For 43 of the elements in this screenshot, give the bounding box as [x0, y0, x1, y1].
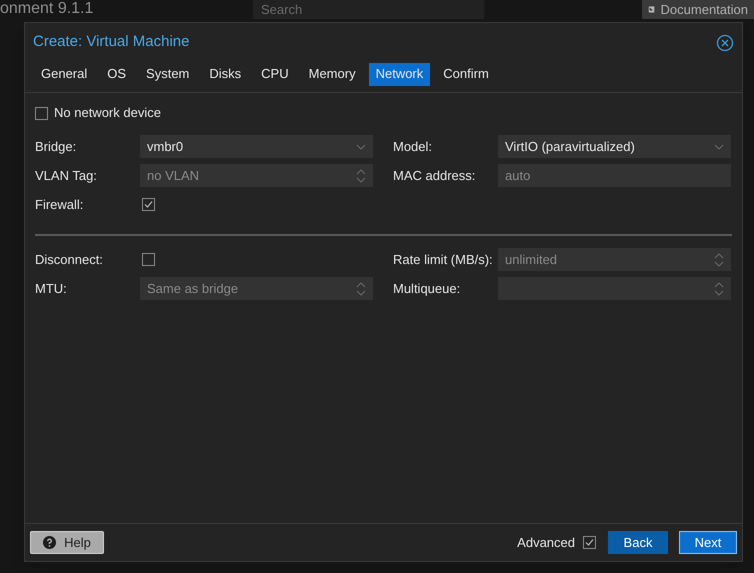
checkbox-label: No network device — [54, 104, 161, 122]
spinner-arrows-icon — [714, 252, 724, 266]
tab[interactable]: CPU — [254, 62, 296, 86]
tab[interactable]: Confirm — [436, 62, 496, 86]
field-label: Model: — [393, 138, 434, 156]
tab[interactable]: Network — [368, 62, 430, 86]
tab[interactable]: System — [139, 62, 196, 86]
checkbox[interactable] — [583, 536, 596, 549]
combo-box[interactable]: VirtIO (paravirtualized) — [498, 135, 731, 158]
spinner-field[interactable] — [498, 277, 731, 300]
tab[interactable]: Disks — [202, 62, 248, 86]
spinner-field[interactable]: Same as bridge — [140, 277, 373, 300]
spinner-arrows-icon — [356, 168, 366, 182]
close-icon[interactable] — [716, 34, 734, 52]
field-label: Bridge: — [35, 138, 78, 156]
field-label: VLAN Tag: — [35, 166, 98, 185]
help-icon — [43, 536, 56, 549]
spinner-arrows-icon — [356, 282, 366, 296]
field-label: Disconnect: — [35, 250, 104, 269]
help-button[interactable]: Help — [30, 531, 104, 554]
tab[interactable]: General — [34, 62, 94, 86]
app-title: onment 9.1.1 — [0, 0, 94, 18]
text-field[interactable]: auto — [498, 164, 731, 187]
checkbox[interactable] — [142, 253, 155, 266]
spinner-field[interactable]: unlimited — [498, 248, 731, 271]
tab[interactable]: Memory — [302, 62, 363, 86]
next-button[interactable]: Next — [679, 531, 737, 554]
combo-box[interactable]: vmbr0 — [140, 135, 373, 158]
field-label: MTU: — [35, 280, 68, 298]
book-icon — [648, 4, 655, 15]
advanced-label: Advanced — [517, 534, 575, 552]
tab[interactable]: OS — [100, 62, 134, 86]
spinner-arrows-icon — [714, 282, 724, 296]
field-label: Rate limit (MB/s): — [393, 250, 494, 269]
back-button[interactable]: Back — [608, 531, 668, 554]
checkbox[interactable] — [142, 198, 155, 211]
dialog-title: Create: Virtual Machine — [33, 32, 190, 52]
spinner-field[interactable]: no VLAN — [140, 164, 373, 187]
field-label: Firewall: — [35, 196, 84, 214]
field-label: MAC address: — [393, 166, 476, 185]
checkbox[interactable] — [35, 106, 48, 120]
documentation-button[interactable]: Documentation — [642, 0, 754, 19]
field-label: Multiqueue: — [393, 280, 462, 298]
